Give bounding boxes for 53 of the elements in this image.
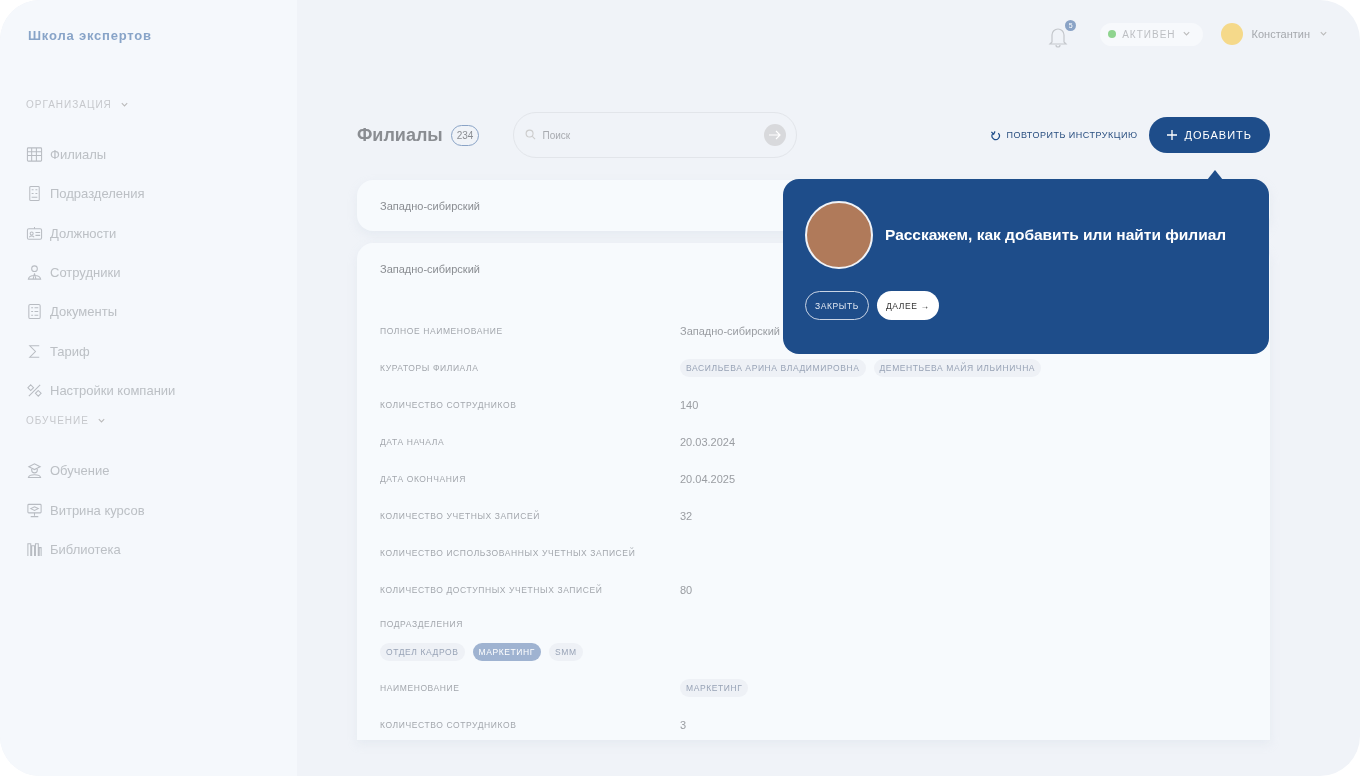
status-label: АКТИВЕН <box>1122 28 1176 40</box>
plus-icon <box>1167 130 1178 140</box>
field-value: 20.04.2025 <box>680 473 736 485</box>
field-value: 80 <box>680 584 693 596</box>
repeat-instruction-button[interactable]: ПОВТОРИТЬ ИНСТРУКЦИЮ <box>990 129 1138 141</box>
page-title: Филиалы <box>357 124 443 146</box>
field-label: КОЛИЧЕСТВО ДОСТУПНЫХ УЧЕТНЫХ ЗАПИСЕЙ <box>380 585 604 595</box>
field-label: КОЛИЧЕСТВО УЧЕТНЫХ ЗАПИСЕЙ <box>380 511 541 521</box>
refresh-icon <box>990 129 1002 141</box>
building-icon <box>26 146 43 164</box>
logo-text: Школа экспертов <box>28 28 153 43</box>
books-icon <box>26 540 43 558</box>
field-label: ДАТА НАЧАЛА <box>380 437 446 447</box>
chevron-down-icon <box>1181 31 1191 37</box>
chevron-down-icon <box>1319 31 1328 37</box>
field-label: КУРАТОРЫ ФИЛИАЛА <box>380 363 480 373</box>
field-label: КОЛИЧЕСТВО СОТРУДНИКОВ <box>380 400 518 410</box>
section-label: ПОДРАЗДЕЛЕНИЯ <box>380 619 464 629</box>
add-button[interactable]: ДОБАВИТЬ <box>1149 117 1270 153</box>
person-icon <box>26 264 43 282</box>
field-value: 32 <box>680 510 693 522</box>
office-icon <box>26 185 43 203</box>
avatar-icon <box>1220 23 1243 45</box>
field-label: ПОЛНОЕ НАИМЕНОВАНИЕ <box>380 326 504 336</box>
chevron-down-icon <box>96 417 106 424</box>
status-dropdown[interactable]: АКТИВЕН <box>1100 22 1203 46</box>
field-value: 140 <box>680 399 699 411</box>
field-label: КОЛИЧЕСТВО СОТРУДНИКОВ <box>380 720 518 730</box>
field-label: НАИМЕНОВАНИЕ <box>380 683 461 693</box>
subdivision-tab[interactable]: МАРКЕТИНГ <box>472 643 541 661</box>
id-card-icon <box>26 224 43 242</box>
graduate-icon <box>26 462 43 480</box>
checklist-icon <box>26 303 43 321</box>
subdivision-tab[interactable]: SMM <box>549 643 583 661</box>
arrow-right-icon <box>768 130 783 140</box>
tag: МАРКЕТИНГ <box>680 679 749 697</box>
subdivision-tab[interactable]: ОТДЕЛ КАДРОВ <box>380 643 465 661</box>
search-submit-button[interactable] <box>764 124 787 146</box>
user-menu[interactable]: Константин <box>1220 23 1328 45</box>
next-button[interactable]: ДАЛЕЕ → <box>876 291 939 320</box>
tour-message: Расскажем, как добавить или найти филиал <box>885 226 1227 244</box>
field-value: 3 <box>680 719 687 731</box>
bell-icon <box>1048 26 1069 48</box>
search-icon <box>525 129 537 140</box>
monitor-icon <box>26 501 43 519</box>
tag: ВАСИЛЬЕВА АРИНА ВЛАДИМИРОВНА <box>680 359 866 377</box>
chevron-down-icon <box>119 101 129 108</box>
field-value: Западно-сибирский <box>680 325 780 337</box>
search-field[interactable]: Поиск <box>513 112 798 158</box>
field-label: ДАТА ОКОНЧАНИЯ <box>380 474 468 484</box>
field-label: КОЛИЧЕСТВО ИСПОЛЬЗОВАННЫХ УЧЕТНЫХ ЗАПИСЕЙ <box>380 548 637 558</box>
field-value: 20.03.2024 <box>680 436 736 448</box>
tag: ДЕМЕНТЬЕВА МАЙЯ ИЛЬИНИЧНА <box>873 359 1042 377</box>
